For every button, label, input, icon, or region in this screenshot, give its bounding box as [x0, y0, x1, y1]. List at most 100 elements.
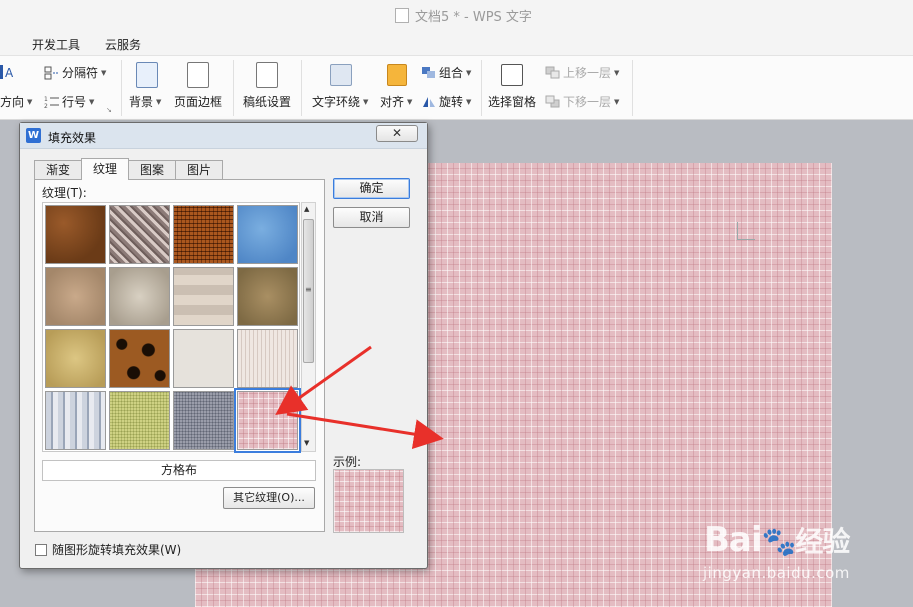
cancel-button[interactable]: 取消: [333, 207, 410, 228]
rotate-label: 旋转: [439, 95, 464, 109]
paw-icon: 🐾: [761, 525, 797, 558]
texture-scrollbar[interactable]: ▲ ≡ ▼: [301, 202, 316, 452]
texture-tile-white-wood[interactable]: [237, 329, 298, 388]
group-icon: [422, 66, 435, 78]
tab-picture[interactable]: 图片: [175, 160, 224, 180]
dialog-tabs: 渐变 纹理 图案 图片: [34, 158, 224, 180]
preview-label: 示例:: [333, 455, 362, 469]
tab-pattern[interactable]: 图案: [128, 160, 177, 180]
manuscript-settings-label: 稿纸设置: [243, 95, 292, 109]
checkbox-box[interactable]: [35, 543, 47, 556]
background-icon[interactable]: [136, 62, 158, 88]
send-backward-label: 下移一层: [563, 95, 612, 109]
dropdown-arrow-icon: ▼: [101, 68, 107, 77]
texture-tile-denim[interactable]: [173, 391, 234, 450]
svg-text:2: 2: [44, 103, 48, 109]
ribbon-separator: [233, 60, 234, 116]
dropdown-arrow-icon: ▼: [614, 68, 620, 77]
tab-gradient[interactable]: 渐变: [34, 160, 83, 180]
line-number-icon: 12: [44, 96, 59, 109]
align-icon[interactable]: [387, 64, 407, 86]
texture-tile-blue-stripe[interactable]: [45, 391, 106, 450]
wps-logo-icon: W: [26, 128, 41, 143]
selection-pane-icon[interactable]: [501, 64, 523, 86]
ok-button[interactable]: 确定: [333, 178, 410, 199]
window-title-text: 文档5 * - WPS 文字: [415, 10, 532, 25]
text-direction-label: 方向: [0, 95, 25, 109]
texture-tile-granite[interactable]: [109, 267, 170, 326]
tab-developer-tools[interactable]: 开发工具: [32, 36, 80, 53]
text-wrap-button[interactable]: 文字环绕 ▼: [312, 93, 368, 110]
line-number-button[interactable]: 12 行号 ▼: [44, 93, 94, 110]
scrollbar-grip-icon: ≡: [305, 285, 312, 294]
watermark-logo: Bai🐾经验: [704, 520, 850, 560]
selection-pane-label: 选择窗格: [488, 95, 537, 109]
page-border-button[interactable]: 页面边框: [174, 93, 222, 110]
dropdown-arrow-icon: ▼: [156, 97, 162, 106]
align-button[interactable]: 对齐 ▼: [380, 93, 412, 110]
watermark-logo-text: Bai: [704, 520, 763, 560]
dropdown-arrow-icon: ▼: [466, 68, 472, 77]
send-backward-button[interactable]: 下移一层 ▼: [545, 93, 619, 110]
watermark-url: jingyan.baidu.com: [703, 564, 850, 582]
section-break-button[interactable]: 分隔符 ▼: [44, 64, 106, 81]
text-direction-button[interactable]: 方向 ▼: [0, 93, 32, 110]
rotate-button[interactable]: 旋转 ▼: [421, 93, 471, 110]
text-wrap-label: 文字环绕: [312, 95, 361, 109]
watermark-logo-text2: 经验: [795, 525, 850, 558]
rotate-with-shape-label: 随图形旋转填充效果(W): [52, 543, 182, 557]
tab-cloud-service[interactable]: 云服务: [105, 36, 141, 53]
bring-forward-label: 上移一层: [563, 66, 612, 80]
rotate-with-shape-checkbox[interactable]: 随图形旋转填充效果(W): [35, 541, 181, 558]
texture-grid: [42, 202, 301, 453]
fill-effects-dialog: W 填充效果 ✕ 渐变 纹理 图案 图片 纹理(T): ▲ ≡ ▼ 方格布 其它…: [19, 122, 428, 569]
window-title: 文档5 * - WPS 文字: [395, 6, 532, 25]
text-direction-icon[interactable]: A: [0, 64, 20, 80]
dialog-title: 填充效果: [48, 131, 97, 145]
text-wrap-icon[interactable]: [330, 64, 352, 86]
tab-texture[interactable]: 纹理: [81, 158, 130, 180]
group-label: 组合: [439, 66, 464, 80]
texture-tile-newsprint[interactable]: [173, 329, 234, 388]
texture-tile-cork[interactable]: [237, 267, 298, 326]
group-launcher-icon[interactable]: ↘: [106, 106, 112, 114]
section-break-label: 分隔符: [62, 66, 99, 80]
background-button[interactable]: 背景 ▼: [129, 93, 161, 110]
scroll-down-arrow-icon[interactable]: ▼: [304, 439, 309, 447]
page-border-label: 页面边框: [174, 95, 223, 109]
other-texture-button[interactable]: 其它纹理(O)...: [223, 487, 315, 509]
texture-tile-stationery[interactable]: [173, 267, 234, 326]
texture-tile-gingham-selected[interactable]: [234, 388, 301, 453]
rotate-icon: [423, 96, 435, 107]
svg-text:A: A: [5, 66, 14, 80]
dropdown-arrow-icon: ▼: [27, 97, 33, 106]
texture-tile-sand[interactable]: [45, 267, 106, 326]
dropdown-arrow-icon: ▼: [407, 97, 413, 106]
texture-tile-leopard[interactable]: [109, 329, 170, 388]
texture-tile-fossil[interactable]: [109, 205, 170, 264]
texture-tile-burlap[interactable]: [173, 205, 234, 264]
baidu-jingyan-watermark: Bai🐾经验 jingyan.baidu.com: [700, 512, 900, 602]
dropdown-arrow-icon: ▼: [466, 97, 472, 106]
scroll-up-arrow-icon[interactable]: ▲: [304, 205, 309, 213]
ribbon-separator: [301, 60, 302, 116]
texture-tile-canvas[interactable]: [109, 391, 170, 450]
dialog-titlebar[interactable]: W 填充效果 ✕: [20, 123, 427, 149]
texture-label: 纹理(T):: [42, 186, 87, 200]
manuscript-icon[interactable]: [256, 62, 278, 88]
dropdown-arrow-icon: ▼: [614, 97, 620, 106]
close-button[interactable]: ✕: [376, 125, 418, 142]
selected-texture-name: 方格布: [42, 460, 316, 481]
texture-tile-brown-leather[interactable]: [45, 205, 106, 264]
page-border-icon[interactable]: [187, 62, 209, 88]
page-margin-corner-mark: [737, 222, 755, 240]
line-number-label: 行号: [62, 95, 87, 109]
selection-pane-button[interactable]: 选择窗格: [488, 93, 536, 110]
texture-tile-gold-sand[interactable]: [45, 329, 106, 388]
manuscript-settings-button[interactable]: 稿纸设置: [243, 93, 291, 110]
group-button[interactable]: 组合 ▼: [421, 64, 471, 81]
bring-forward-button[interactable]: 上移一层 ▼: [545, 64, 619, 81]
ribbon-separator: [632, 60, 633, 116]
texture-panel: 纹理(T): ▲ ≡ ▼ 方格布 其它纹理(O)...: [34, 179, 325, 532]
texture-tile-blue-tissue[interactable]: [237, 205, 298, 264]
